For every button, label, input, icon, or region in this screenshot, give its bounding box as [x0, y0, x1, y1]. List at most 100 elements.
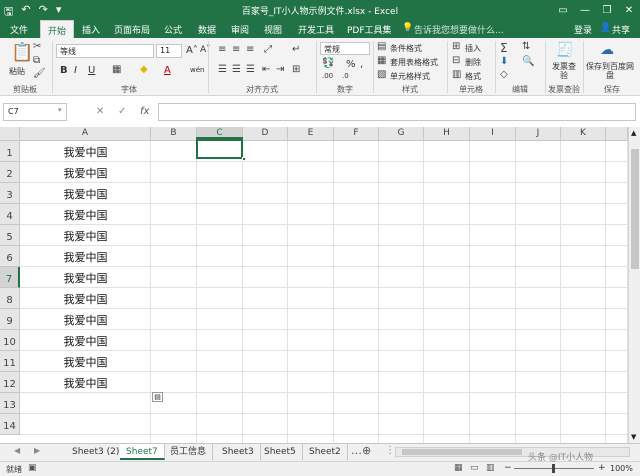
page-layout-view-icon[interactable]: ▭ — [470, 463, 479, 473]
find-select-icon[interactable]: 🔍 — [522, 56, 534, 67]
border-icon[interactable]: ▦ — [112, 64, 121, 75]
cancel-icon[interactable]: ✕ — [96, 106, 104, 117]
format-cells-button[interactable]: 格式 — [465, 71, 481, 82]
horizontal-scrollbar[interactable] — [395, 447, 630, 457]
share-button[interactable]: 共享 — [612, 23, 630, 36]
tab-pdf[interactable]: PDF工具集 — [347, 23, 392, 36]
sheet-tab-3[interactable]: 员工信息 — [164, 444, 214, 460]
column-header-b[interactable]: B — [151, 127, 197, 141]
sheet-tab-4[interactable]: Sheet3 — [216, 444, 261, 460]
next-sheet-icon[interactable]: ▶ — [34, 446, 40, 455]
cell-style-icon[interactable]: ▧ — [377, 69, 386, 80]
worksheet-grid[interactable]: A B C D E F G H I J K 1 2 3 4 5 6 7 8 9 10 11 12 13 14 我爱中国 我爱中国 我爱… — [0, 127, 628, 443]
percent-icon[interactable]: % — [346, 59, 356, 70]
conditional-format-button[interactable]: 条件格式 — [390, 43, 422, 54]
share-icon[interactable]: 👤 — [600, 23, 611, 33]
row-header-6[interactable]: 6 — [0, 246, 20, 267]
tab-page-layout[interactable]: 页面布局 — [114, 23, 150, 36]
sheet-tab-1[interactable]: Sheet3 (2) — [66, 444, 127, 460]
delete-cells-icon[interactable]: ⊟ — [452, 55, 460, 66]
format-as-table-button[interactable]: 套用表格格式 — [390, 57, 438, 68]
scroll-thumb[interactable] — [631, 149, 639, 269]
orientation-icon[interactable]: ⤢ — [264, 44, 272, 55]
column-header-k[interactable]: K — [561, 127, 606, 141]
tab-formulas[interactable]: 公式 — [164, 23, 182, 36]
font-name-select[interactable]: 等线 — [56, 44, 154, 58]
row-header-1[interactable]: 1 — [0, 141, 20, 162]
zoom-out-icon[interactable]: − — [504, 463, 512, 473]
italic-button[interactable]: I — [74, 65, 77, 76]
conditional-format-icon[interactable]: ▤ — [377, 41, 386, 52]
cell-a2[interactable]: 我爱中国 — [20, 162, 151, 182]
paste-options-icon[interactable]: ▤ — [152, 392, 163, 402]
comma-icon[interactable]: , — [360, 59, 363, 70]
ribbon-options-button[interactable]: ▭ — [552, 0, 574, 20]
align-bottom-icon[interactable]: ≡ — [246, 44, 254, 55]
row-header-11[interactable]: 11 — [0, 351, 20, 372]
row-header-14[interactable]: 14 — [0, 414, 20, 435]
tell-me-search[interactable]: 告诉我您想要做什么... — [414, 23, 504, 36]
name-box-dropdown-icon[interactable]: ▾ — [58, 106, 62, 114]
clear-icon[interactable]: ◇ — [500, 69, 508, 80]
cell-a9[interactable]: 我爱中国 — [20, 309, 151, 329]
currency-icon[interactable]: 💱 — [322, 58, 334, 69]
tab-insert[interactable]: 插入 — [82, 23, 100, 36]
increase-indent-icon[interactable]: ⇥ — [276, 64, 284, 75]
clipboard-icon[interactable]: 📋 — [11, 42, 33, 63]
page-break-view-icon[interactable]: ▥ — [486, 463, 495, 473]
cell-a6[interactable]: 我爱中国 — [20, 246, 151, 266]
cell-a7[interactable]: 我爱中国 — [20, 267, 151, 287]
column-header-i[interactable]: I — [470, 127, 516, 141]
row-header-2[interactable]: 2 — [0, 162, 20, 183]
align-top-icon[interactable]: ≡ — [218, 44, 226, 55]
tab-home[interactable]: 开始 — [40, 20, 75, 38]
zoom-slider-thumb[interactable] — [552, 464, 555, 473]
cloud-icon[interactable]: ☁ — [600, 42, 614, 58]
tab-data[interactable]: 数据 — [198, 23, 216, 36]
tab-review[interactable]: 审阅 — [231, 23, 249, 36]
underline-button[interactable]: U — [88, 65, 95, 76]
copy-icon[interactable]: ⧉ — [33, 55, 40, 66]
align-middle-icon[interactable]: ≡ — [232, 44, 240, 55]
autosum-icon[interactable]: Σ — [500, 41, 508, 55]
column-header-a[interactable]: A — [20, 127, 151, 141]
login-link[interactable]: 登录 — [574, 23, 592, 36]
table-format-icon[interactable]: ▦ — [377, 55, 386, 66]
cell-styles-button[interactable]: 单元格样式 — [390, 71, 430, 82]
column-header-d[interactable]: D — [243, 127, 288, 141]
cell-a5[interactable]: 我爱中国 — [20, 225, 151, 245]
sheet-tab-5[interactable]: Sheet5 — [258, 444, 303, 460]
shrink-font-icon[interactable]: A˅ — [200, 45, 211, 55]
sort-filter-icon[interactable]: ⇅ — [522, 41, 530, 52]
macro-record-icon[interactable]: ▣ — [28, 463, 37, 473]
row-header-10[interactable]: 10 — [0, 330, 20, 351]
h-scroll-thumb[interactable] — [402, 449, 522, 455]
cut-icon[interactable]: ✂ — [33, 41, 41, 52]
restore-button[interactable]: ❐ — [596, 0, 618, 20]
cell-a12[interactable]: 我爱中国 — [20, 372, 151, 392]
active-cell-c7[interactable] — [196, 137, 243, 159]
fill-color-icon[interactable]: ◆ — [140, 64, 148, 75]
row-header-12[interactable]: 12 — [0, 372, 20, 393]
merge-center-icon[interactable]: ⊞ — [292, 64, 300, 75]
grow-font-icon[interactable]: A˄ — [186, 45, 198, 56]
row-header-5[interactable]: 5 — [0, 225, 20, 246]
formula-input[interactable] — [158, 103, 636, 121]
decrease-indent-icon[interactable]: ⇤ — [262, 64, 270, 75]
insert-function-icon[interactable]: fx — [140, 106, 149, 117]
select-all-corner[interactable] — [0, 127, 20, 141]
row-header-8[interactable]: 8 — [0, 288, 20, 309]
new-sheet-icon[interactable]: ⊕ — [362, 444, 371, 457]
fill-icon[interactable]: ⬇ — [500, 56, 508, 67]
column-header-f[interactable]: F — [334, 127, 379, 141]
font-color-icon[interactable]: A — [164, 65, 171, 76]
cell-a8[interactable]: 我爱中国 — [20, 288, 151, 308]
zoom-slider[interactable] — [514, 464, 594, 473]
paste-button[interactable]: 粘贴 — [9, 66, 25, 77]
font-size-select[interactable]: 11 — [156, 44, 182, 58]
tab-developer[interactable]: 开发工具 — [298, 23, 334, 36]
sheet-tab-2[interactable]: Sheet7 — [120, 444, 165, 460]
row-header-13[interactable]: 13 — [0, 393, 20, 414]
bold-button[interactable]: B — [60, 65, 68, 76]
normal-view-icon[interactable]: ▦ — [454, 463, 463, 473]
